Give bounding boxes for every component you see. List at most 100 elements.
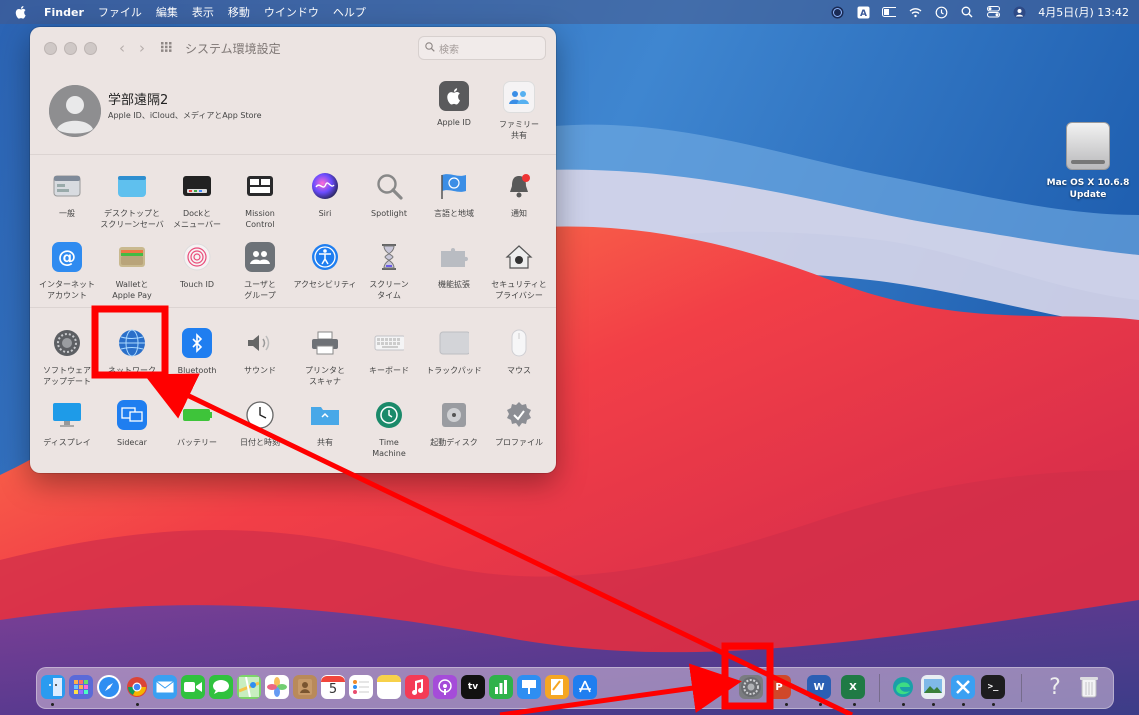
pref-accessibility[interactable]: アクセシビリティ bbox=[291, 242, 359, 290]
forward-arrow-icon[interactable]: › bbox=[139, 39, 145, 57]
calendar-icon[interactable]: 5 bbox=[321, 675, 345, 699]
close-button[interactable] bbox=[44, 41, 57, 55]
pref-date-time[interactable]: 日付と時刻 bbox=[226, 400, 294, 448]
pref-general[interactable]: 一般 bbox=[33, 171, 101, 219]
tv-icon[interactable]: tv bbox=[461, 675, 485, 699]
menu-view[interactable]: 表示 bbox=[192, 4, 214, 20]
zoom-button[interactable] bbox=[84, 41, 97, 55]
help-icon[interactable]: ? bbox=[1043, 675, 1067, 700]
numbers-icon[interactable] bbox=[489, 675, 513, 699]
input-a-icon[interactable]: A bbox=[856, 5, 870, 19]
pages-icon[interactable] bbox=[545, 675, 569, 699]
apple-menu-icon[interactable] bbox=[14, 5, 28, 19]
notes-icon[interactable] bbox=[377, 675, 401, 699]
menu-help[interactable]: ヘルプ bbox=[333, 4, 366, 20]
menu-file[interactable]: ファイル bbox=[98, 4, 142, 20]
wifi-icon[interactable] bbox=[908, 5, 922, 19]
terminal-icon[interactable]: >_ bbox=[981, 675, 1005, 699]
family-sharing-pref[interactable]: ファミリー 共有 bbox=[491, 81, 547, 141]
pref-mouse[interactable]: マウス bbox=[485, 328, 553, 376]
control-center-icon[interactable] bbox=[986, 5, 1000, 19]
user-avatar-icon[interactable] bbox=[49, 85, 101, 137]
desktop-screensaver-icon bbox=[117, 171, 147, 201]
menu-edit[interactable]: 編集 bbox=[156, 4, 178, 20]
pref-security-privacy[interactable]: セキュリティと プライバシー bbox=[485, 242, 553, 301]
podcasts-icon[interactable] bbox=[433, 675, 457, 699]
utility-tools-icon[interactable] bbox=[951, 675, 975, 699]
menubar-clock[interactable]: 4月5日(月) 13:42 bbox=[1038, 4, 1129, 20]
safari-icon[interactable] bbox=[97, 675, 121, 699]
messages-icon[interactable] bbox=[209, 675, 233, 699]
pref-screen-time[interactable]: スクリーン タイム bbox=[355, 242, 423, 301]
pref-sidecar[interactable]: Sidecar bbox=[98, 400, 166, 448]
pref-software-update[interactable]: ソフトウェア アップデート bbox=[33, 328, 101, 387]
launchpad-icon[interactable] bbox=[69, 675, 93, 699]
siri-orb-icon[interactable] bbox=[830, 5, 844, 19]
pref-label-line1: Time bbox=[379, 438, 399, 447]
pref-label-line2: スキャナ bbox=[309, 377, 341, 386]
pref-startup-disk[interactable]: 起動ディスク bbox=[420, 400, 488, 448]
pref-label-line1: キーボード bbox=[369, 366, 409, 375]
music-icon[interactable] bbox=[405, 675, 429, 699]
menu-window[interactable]: ウインドウ bbox=[264, 4, 319, 20]
pref-spotlight[interactable]: Spotlight bbox=[355, 171, 423, 219]
pref-network[interactable]: ネットワーク bbox=[98, 328, 166, 376]
pref-sound[interactable]: サウンド bbox=[226, 328, 294, 376]
account-name[interactable]: 学部遠隔2 bbox=[108, 89, 168, 108]
word-icon[interactable]: W bbox=[807, 675, 831, 699]
pref-mission-control[interactable]: Mission Control bbox=[226, 171, 294, 230]
preview-icon[interactable] bbox=[921, 675, 945, 699]
mail-icon[interactable] bbox=[153, 675, 177, 699]
keynote-icon[interactable] bbox=[517, 675, 541, 699]
minimize-button[interactable] bbox=[64, 41, 77, 55]
pref-label-line1: 起動ディスク bbox=[430, 438, 478, 447]
pref-profiles[interactable]: プロファイル bbox=[485, 400, 553, 448]
pref-sharing[interactable]: 共有 bbox=[291, 400, 359, 448]
running-indicator bbox=[853, 703, 856, 706]
pref-users-groups[interactable]: ユーザと グループ bbox=[226, 242, 294, 301]
pref-battery[interactable]: バッテリー bbox=[163, 400, 231, 448]
menu-app-finder[interactable]: Finder bbox=[44, 6, 84, 19]
battery-pref-icon bbox=[182, 400, 212, 430]
menu-go[interactable]: 移動 bbox=[228, 4, 250, 20]
pref-dock-menubar[interactable]: Dockと メニューバー bbox=[163, 171, 231, 230]
app-store-icon[interactable] bbox=[573, 675, 597, 699]
pref-trackpad[interactable]: トラックパッド bbox=[420, 328, 488, 376]
pref-time-machine[interactable]: Time Machine bbox=[355, 400, 423, 459]
pref-keyboard[interactable]: キーボード bbox=[355, 328, 423, 376]
system-preferences-icon[interactable] bbox=[739, 675, 763, 699]
search-field[interactable]: 検索 bbox=[418, 36, 546, 60]
pref-siri[interactable]: Siri bbox=[291, 171, 359, 219]
show-all-grid-icon[interactable] bbox=[161, 41, 175, 55]
apple-id-pref[interactable]: Apple ID bbox=[426, 81, 482, 128]
battery-icon[interactable] bbox=[882, 5, 897, 19]
system-preferences-window: ‹ › システム環境設定 検索 学部遠隔2 Apple ID、iCloud、メデ… bbox=[30, 27, 556, 473]
pref-displays[interactable]: ディスプレイ bbox=[33, 400, 101, 448]
pref-touch-id[interactable]: Touch ID bbox=[163, 242, 231, 290]
pref-printers-scanners[interactable]: プリンタと スキャナ bbox=[291, 328, 359, 387]
reminders-icon[interactable] bbox=[349, 675, 373, 699]
pref-notifications[interactable]: 通知 bbox=[485, 171, 553, 219]
pref-desktop-screensaver[interactable]: デスクトップと スクリーンセーバ bbox=[98, 171, 166, 230]
back-arrow-icon[interactable]: ‹ bbox=[119, 39, 125, 57]
pref-language-region[interactable]: 言語と地域 bbox=[420, 171, 488, 219]
finder-icon[interactable] bbox=[41, 675, 65, 699]
pref-extensions[interactable]: 機能拡張 bbox=[420, 242, 488, 290]
excel-icon[interactable]: X bbox=[841, 675, 865, 699]
pref-label-line1: 日付と時刻 bbox=[240, 438, 280, 447]
pref-internet-accounts[interactable]: @ インターネット アカウント bbox=[33, 242, 101, 301]
chrome-icon[interactable] bbox=[125, 675, 149, 699]
pref-bluetooth[interactable]: Bluetooth bbox=[163, 328, 231, 376]
time-machine-icon[interactable] bbox=[934, 5, 948, 19]
contacts-icon[interactable] bbox=[293, 675, 317, 699]
pref-wallet-applepay[interactable]: Walletと Apple Pay bbox=[98, 242, 166, 301]
powerpoint-icon[interactable]: P bbox=[767, 675, 791, 699]
edge-icon[interactable] bbox=[891, 675, 915, 699]
desktop-drive-icon[interactable]: Mac OS X 10.6.8 Update bbox=[1042, 122, 1134, 201]
spotlight-icon[interactable] bbox=[960, 5, 974, 19]
facetime-icon[interactable] bbox=[181, 675, 205, 699]
trash-icon[interactable] bbox=[1077, 675, 1101, 699]
photos-icon[interactable] bbox=[265, 675, 289, 699]
profile-icon[interactable] bbox=[1012, 5, 1026, 19]
maps-icon[interactable] bbox=[237, 675, 261, 699]
